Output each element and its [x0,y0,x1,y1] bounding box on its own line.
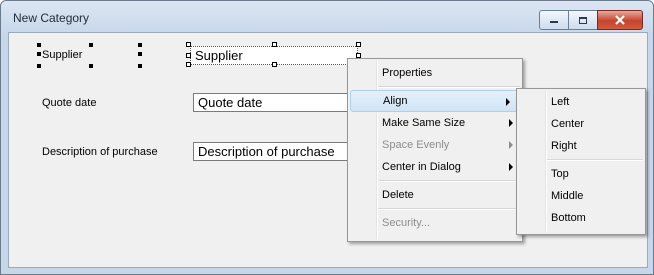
supplier-label[interactable]: Supplier [42,49,82,61]
submenu-arrow-icon [506,98,510,106]
submenu-arrow-icon [509,119,513,127]
selection-handle[interactable] [186,62,191,67]
minimize-icon [550,21,558,23]
close-icon [615,15,625,25]
menu-item-align[interactable]: Align [350,90,520,112]
submenu-arrow-icon [509,163,513,171]
selection-handle[interactable] [37,43,41,47]
menu-item-label: Bottom [551,212,586,224]
submenu-arrow-icon [509,141,513,149]
menu-item-make-same-size[interactable]: Make Same Size [348,112,522,134]
selection-handle[interactable] [186,53,191,58]
selection-handle[interactable] [356,42,361,47]
menu-item-label: Delete [382,189,414,201]
align-submenu: Left Center Right Top Middle Bottom [516,88,646,235]
menu-item-label: Properties [382,67,433,79]
selection-handle[interactable] [138,52,142,56]
close-button[interactable] [597,10,643,30]
quote-date-input[interactable]: Quote date [193,93,357,112]
selection-handle[interactable] [37,52,41,56]
menu-item-label: Center [551,118,585,130]
selection-handle[interactable] [138,43,142,47]
maximize-icon [579,16,587,24]
menu-item-label: Middle [551,190,584,202]
window-title: New Category [13,11,90,25]
menu-item-security: Security... [348,212,522,234]
menu-item-label: Left [551,96,570,108]
selection-handle[interactable] [37,64,41,68]
align-top-item[interactable]: Top [517,163,645,185]
selection-handle[interactable] [89,43,93,47]
menu-item-label: Top [551,168,569,180]
selection-handle[interactable] [89,64,93,68]
menu-item-label: Make Same Size [382,117,466,129]
minimize-button[interactable] [539,10,569,30]
context-menu: Properties Align Make Same Size Space Ev… [347,58,523,242]
menu-item-label: Right [551,140,577,152]
align-left-item[interactable]: Left [517,91,645,113]
selection-handle[interactable] [272,42,277,47]
selection-handle[interactable] [138,64,142,68]
selection-handle[interactable] [272,62,277,67]
maximize-button[interactable] [568,10,598,30]
caption-buttons [539,10,643,30]
align-middle-item[interactable]: Middle [517,185,645,207]
menu-item-center-in-dialog[interactable]: Center in Dialog [348,156,522,178]
menu-item-label: Security... [382,217,431,229]
align-center-item[interactable]: Center [517,113,645,135]
align-bottom-item[interactable]: Bottom [517,207,645,229]
menu-item-label: Space Evenly [382,139,450,151]
menu-item-properties[interactable]: Properties [348,62,522,84]
description-input[interactable]: Description of purchase [193,142,357,161]
menu-item-space-evenly: Space Evenly [348,134,522,156]
menu-item-label: Align [383,95,408,107]
description-label[interactable]: Description of purchase [42,146,158,158]
menu-item-delete[interactable]: Delete [348,184,522,206]
align-right-item[interactable]: Right [517,135,645,157]
selection-handle[interactable] [186,42,191,47]
menu-item-label: Center in Dialog [382,161,461,173]
quote-date-label[interactable]: Quote date [42,97,96,109]
